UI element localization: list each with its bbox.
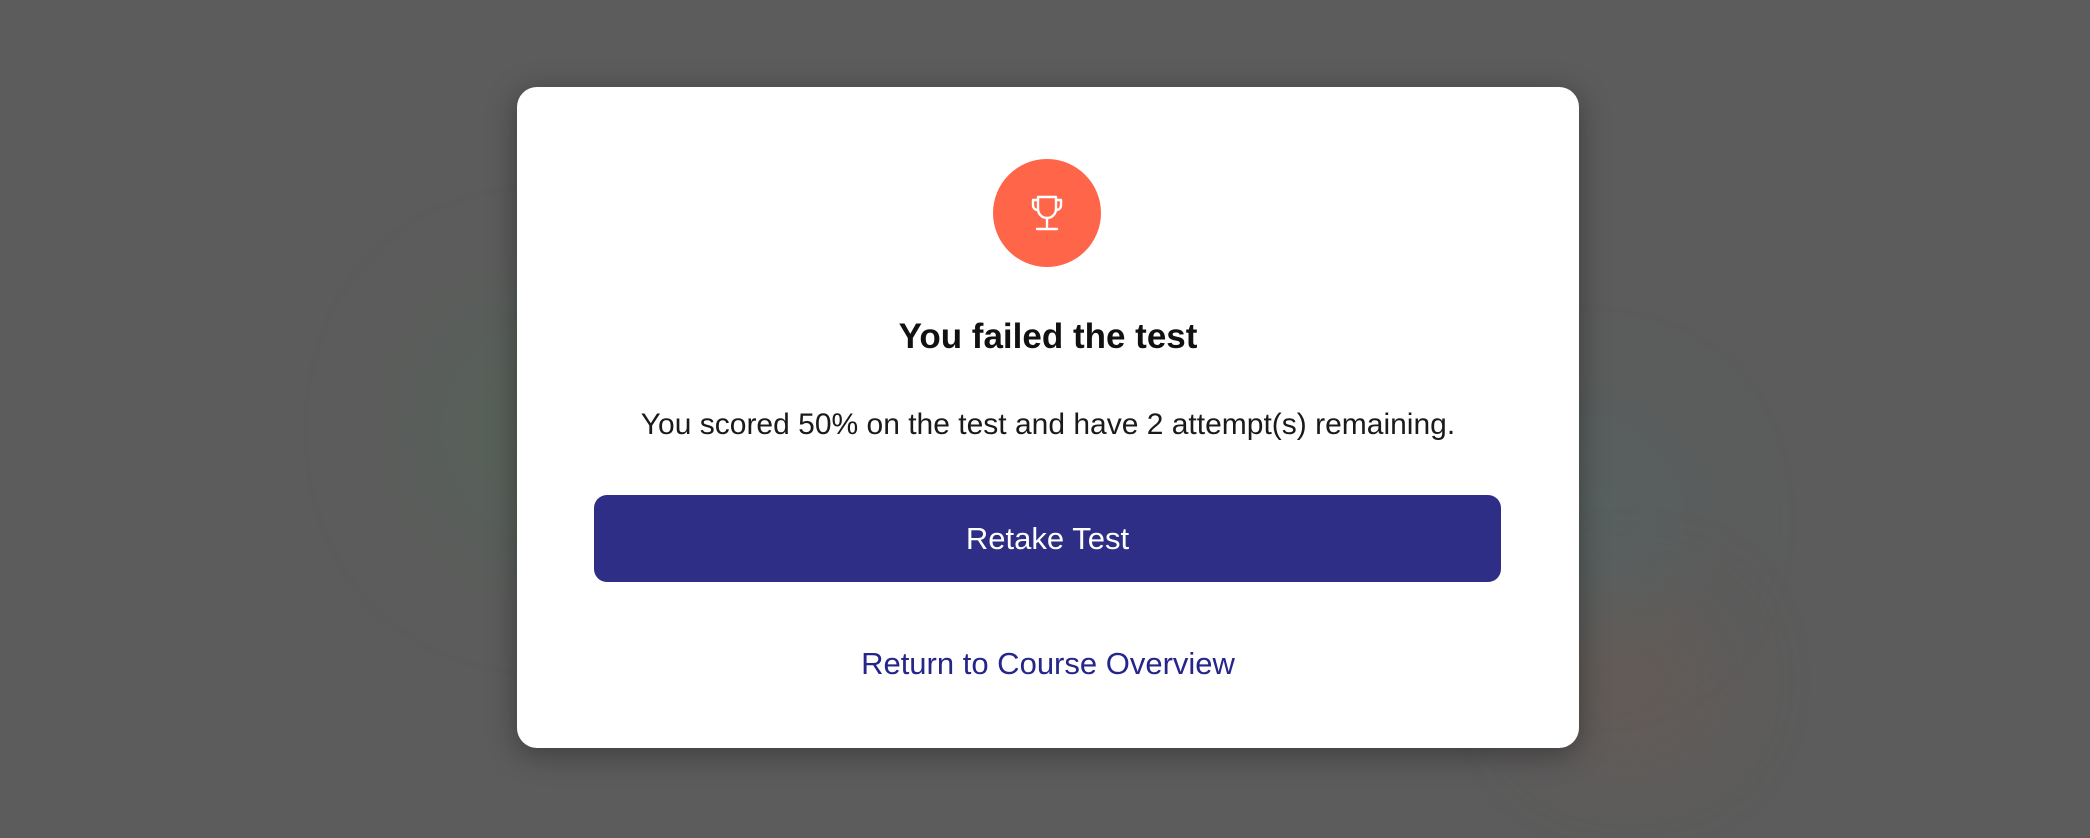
return-to-course-overview-link[interactable]: Return to Course Overview	[517, 644, 1579, 684]
test-result-modal: You failed the test You scored 50% on th…	[517, 87, 1579, 748]
score-message: You scored 50% on the test and have 2 at…	[640, 408, 1456, 441]
trophy-badge	[993, 159, 1101, 267]
trophy-icon	[1031, 195, 1063, 231]
backdrop-blur-orange	[1560, 620, 1700, 740]
retake-test-button[interactable]: Retake Test	[594, 495, 1501, 582]
modal-title: You failed the test	[898, 317, 1198, 356]
